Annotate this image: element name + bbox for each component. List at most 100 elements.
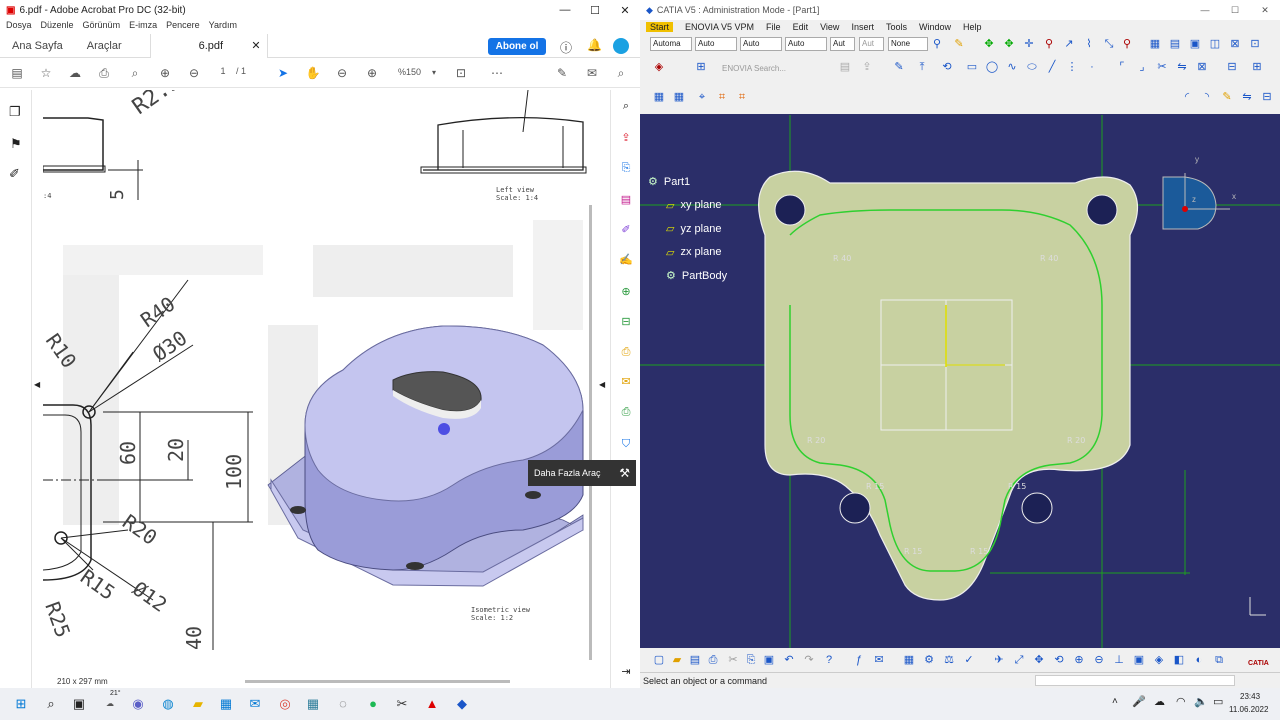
spotify-icon[interactable]: ● — [363, 694, 383, 714]
edit-pdf-icon[interactable]: ✐ — [618, 222, 634, 238]
start-icon[interactable]: ⊞ — [11, 694, 31, 714]
axis-icon[interactable]: ⤡ — [1102, 37, 1116, 51]
clock-date[interactable]: 11.06.2022 — [1229, 705, 1268, 714]
save-icon[interactable]: ▤ — [838, 60, 852, 74]
help-icon[interactable]: ⓘ — [560, 39, 572, 56]
ellipse-icon[interactable]: ⬭ — [1025, 60, 1039, 74]
hide-show-icon[interactable]: ◐ — [1192, 653, 1206, 667]
teams-icon[interactable]: ◉ — [128, 694, 148, 714]
tab-tools[interactable]: Araçlar — [75, 40, 134, 52]
trim-icon[interactable]: ✂ — [1155, 60, 1169, 74]
wifi-icon[interactable]: ◠ — [1176, 695, 1186, 708]
enovia-search[interactable]: ENOVIA Search... — [722, 64, 786, 73]
menu-enovia[interactable]: ENOVIA V5 VPM — [685, 22, 754, 32]
tree-part1[interactable]: ⚙ Part1 — [648, 170, 727, 194]
parameters-icon[interactable]: ⚙ — [922, 653, 936, 667]
zoom-out-icon[interactable]: ⊖ — [1092, 653, 1106, 667]
point-icon[interactable]: · — [1085, 60, 1099, 74]
paint-icon[interactable]: ✎ — [952, 37, 966, 51]
chrome-icon[interactable]: ◎ — [275, 694, 295, 714]
file-explorer-icon[interactable]: ▰ — [188, 694, 208, 714]
format-painter-icon[interactable]: ⚲ — [930, 37, 944, 51]
undo-icon[interactable]: ↶ — [782, 653, 796, 667]
swap-icon[interactable]: ⧉ — [1212, 653, 1226, 667]
check-icon[interactable]: ✓ — [962, 653, 976, 667]
select-pointer-icon[interactable]: ➤ — [274, 64, 292, 82]
pan-icon[interactable]: ✥ — [982, 37, 996, 51]
create-pdf-icon[interactable]: ⎘ — [618, 160, 634, 176]
hole-top-left[interactable] — [774, 194, 806, 226]
scan-icon[interactable]: ⎙ — [618, 344, 634, 360]
grid-icon[interactable]: ▦ — [652, 90, 666, 104]
app-icon[interactable]: ◌ — [333, 694, 353, 714]
compass-widget[interactable]: y x z — [1162, 155, 1236, 230]
table-icon[interactable]: ▦ — [902, 653, 916, 667]
chamfer-icon[interactable]: ⌟ — [1135, 60, 1149, 74]
offset-icon[interactable]: ⊟ — [1260, 90, 1274, 104]
line-thickness-select[interactable]: Auto — [785, 37, 827, 51]
organize-pages-icon[interactable]: ▤ — [618, 192, 634, 208]
menu-window[interactable]: Pencere — [166, 20, 200, 34]
tree-xy-plane[interactable]: ▱ xy plane — [648, 194, 727, 218]
tab-home[interactable]: Ana Sayfa — [0, 40, 75, 52]
cut-icon[interactable]: ✂ — [726, 653, 740, 667]
acrobat-taskbar-icon[interactable]: ▲ — [422, 694, 442, 714]
transparency-select[interactable]: Auto — [740, 37, 782, 51]
export-pdf-icon[interactable]: ⇪ — [618, 130, 634, 146]
axis-line-icon[interactable]: ⋮ — [1065, 60, 1079, 74]
shading-icon[interactable]: ◧ — [1172, 653, 1186, 667]
maximize-icon[interactable]: ☐ — [580, 4, 610, 17]
dimension-constraint-icon[interactable]: ⌗ — [735, 90, 749, 104]
compare-icon[interactable]: ⊟ — [618, 314, 634, 330]
arc2-icon[interactable]: ◝ — [1200, 90, 1214, 104]
move-icon[interactable]: ✛ — [1022, 37, 1036, 51]
close-icon[interactable]: ✕ — [610, 4, 640, 17]
profile-icon[interactable]: ⟲ — [940, 60, 954, 74]
hole-bottom-right[interactable] — [1021, 492, 1053, 524]
measure-icon[interactable]: ↗ — [1062, 37, 1076, 51]
page-number-input[interactable]: 1 — [214, 66, 232, 76]
send-icon[interactable]: ⇪ — [860, 60, 874, 74]
next-page-icon[interactable]: ⊖ — [185, 64, 203, 82]
constraint-icon[interactable]: ⚲ — [1120, 37, 1134, 51]
account-avatar[interactable] — [613, 38, 629, 54]
formula-icon[interactable]: ƒ — [852, 653, 866, 667]
weather-icon[interactable]: ☁ — [100, 694, 120, 714]
search-icon[interactable]: ⌕ — [41, 694, 61, 714]
volume-icon[interactable]: 🔈 — [1194, 695, 1208, 708]
page-fit-icon[interactable]: ⊡ — [452, 64, 470, 82]
pdf-page-view[interactable]: R2.5 5 R40 Ø30 R10 60 20 100 R20 Ø12 R15… — [43, 90, 599, 675]
send-for-signature-icon[interactable]: ⊕ — [618, 284, 634, 300]
fill-sign-icon[interactable]: ✍ — [618, 252, 634, 268]
print-production-icon[interactable]: ⎙ — [618, 404, 634, 420]
menu-insert[interactable]: Insert — [851, 22, 874, 32]
fit-all-icon[interactable]: ⤢ — [1012, 653, 1026, 667]
chevron-down-icon[interactable]: ▾ — [425, 64, 443, 82]
horizontal-scrollbar[interactable] — [245, 680, 510, 683]
knowledge-icon[interactable]: ⊡ — [1248, 37, 1262, 51]
snap-grid-icon[interactable]: ▦ — [672, 90, 686, 104]
menu-esign[interactable]: E-imza — [129, 20, 157, 34]
arc-icon[interactable]: ◜ — [1180, 90, 1194, 104]
print-icon[interactable]: ⎙ — [95, 64, 113, 82]
prev-page-icon[interactable]: ⊕ — [156, 64, 174, 82]
enovia-search-icon[interactable]: ⊞ — [694, 60, 708, 74]
upload-cloud-icon[interactable]: ☁ — [66, 64, 84, 82]
sketch-icon[interactable]: ✎ — [892, 60, 906, 74]
save-icon[interactable]: ▤ — [8, 64, 26, 82]
spline-icon[interactable]: ∿ — [1005, 60, 1019, 74]
tab-close-icon[interactable]: ✕ — [251, 39, 260, 52]
battery-icon[interactable]: ▭ — [1213, 695, 1223, 708]
whats-this-icon[interactable]: ? — [822, 653, 836, 667]
collapse-right-icon[interactable]: ◀ — [599, 380, 605, 389]
catalog-icon[interactable]: ▦ — [1148, 37, 1162, 51]
bookmarks-icon[interactable]: ⚑ — [10, 136, 22, 152]
normal-view-icon[interactable]: ⊥ — [1112, 653, 1126, 667]
minimize-icon[interactable]: — — [550, 4, 580, 17]
tree-partbody[interactable]: ⚙ PartBody — [648, 264, 727, 288]
open-icon[interactable]: ▰ — [670, 653, 684, 667]
outlook-icon[interactable]: ✉ — [245, 694, 265, 714]
new-icon[interactable]: ▢ — [652, 653, 666, 667]
menu-help[interactable]: Help — [963, 22, 982, 32]
table-icon[interactable]: ▤ — [1168, 37, 1182, 51]
